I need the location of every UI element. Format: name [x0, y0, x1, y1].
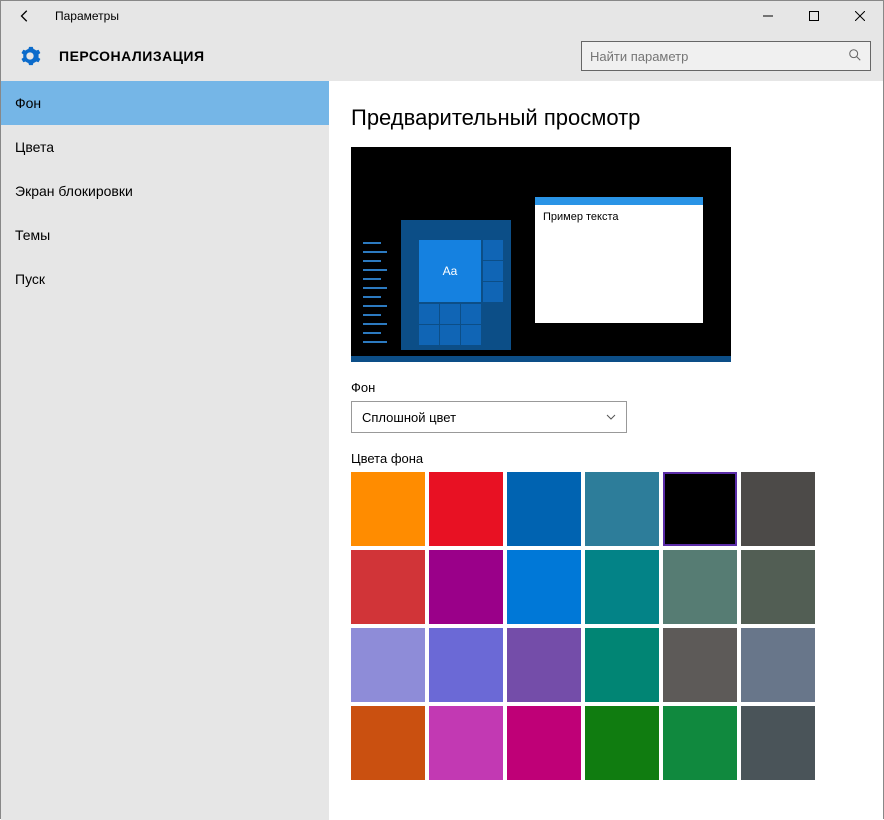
chevron-down-icon — [606, 412, 616, 423]
dropdown-value: Сплошной цвет — [362, 410, 456, 425]
background-label: Фон — [351, 380, 861, 395]
color-swatch[interactable] — [585, 628, 659, 702]
color-swatch[interactable] — [351, 628, 425, 702]
sidebar-item-1[interactable]: Цвета — [1, 125, 329, 169]
color-swatch[interactable] — [585, 550, 659, 624]
minimize-icon — [763, 11, 773, 21]
color-swatch[interactable] — [351, 706, 425, 780]
maximize-button[interactable] — [791, 1, 837, 31]
gear-icon — [19, 45, 41, 67]
close-button[interactable] — [837, 1, 883, 31]
color-swatch[interactable] — [585, 472, 659, 546]
preview-tile-main: Aa — [419, 240, 481, 302]
color-swatches — [351, 472, 819, 780]
sidebar-item-0[interactable]: Фон — [1, 81, 329, 125]
sidebar-item-3[interactable]: Темы — [1, 213, 329, 257]
color-swatch[interactable] — [507, 472, 581, 546]
swatches-label: Цвета фона — [351, 451, 861, 466]
maximize-icon — [809, 11, 819, 21]
color-swatch[interactable] — [741, 706, 815, 780]
color-swatch[interactable] — [663, 472, 737, 546]
color-swatch[interactable] — [663, 550, 737, 624]
color-swatch[interactable] — [507, 706, 581, 780]
preview-start-menu: Aa — [401, 220, 511, 350]
search-box[interactable] — [581, 41, 871, 71]
sidebar-item-4[interactable]: Пуск — [1, 257, 329, 301]
sidebar-item-2[interactable]: Экран блокировки — [1, 169, 329, 213]
preview-app-list — [363, 242, 393, 350]
titlebar: Параметры — [1, 1, 883, 31]
color-swatch[interactable] — [429, 706, 503, 780]
color-swatch[interactable] — [507, 628, 581, 702]
preview-sample-text: Пример текста — [535, 205, 703, 229]
window-title: Параметры — [49, 9, 119, 23]
color-swatch[interactable] — [429, 550, 503, 624]
color-swatch[interactable] — [351, 550, 425, 624]
color-swatch[interactable] — [741, 550, 815, 624]
close-icon — [855, 11, 865, 21]
color-swatch[interactable] — [507, 550, 581, 624]
color-swatch[interactable] — [351, 472, 425, 546]
desktop-preview: Aa Пример текста — [351, 147, 731, 362]
window-controls — [745, 1, 883, 31]
search-icon — [848, 48, 862, 65]
back-button[interactable] — [1, 1, 49, 31]
color-swatch[interactable] — [429, 628, 503, 702]
color-swatch[interactable] — [585, 706, 659, 780]
minimize-button[interactable] — [745, 1, 791, 31]
color-swatch[interactable] — [663, 706, 737, 780]
color-swatch[interactable] — [741, 472, 815, 546]
arrow-left-icon — [18, 9, 32, 23]
content-area: Предварительный просмотр Aa Пример текст… — [329, 81, 883, 820]
color-swatch[interactable] — [663, 628, 737, 702]
sidebar: ФонЦветаЭкран блокировкиТемыПуск — [1, 81, 329, 820]
page-title: ПЕРСОНАЛИЗАЦИЯ — [59, 48, 205, 64]
preview-heading: Предварительный просмотр — [351, 105, 861, 131]
color-swatch[interactable] — [741, 628, 815, 702]
preview-sample-window: Пример текста — [535, 197, 703, 323]
search-input[interactable] — [590, 49, 848, 64]
header: ПЕРСОНАЛИЗАЦИЯ — [1, 31, 883, 81]
background-dropdown[interactable]: Сплошной цвет — [351, 401, 627, 433]
color-swatch[interactable] — [429, 472, 503, 546]
